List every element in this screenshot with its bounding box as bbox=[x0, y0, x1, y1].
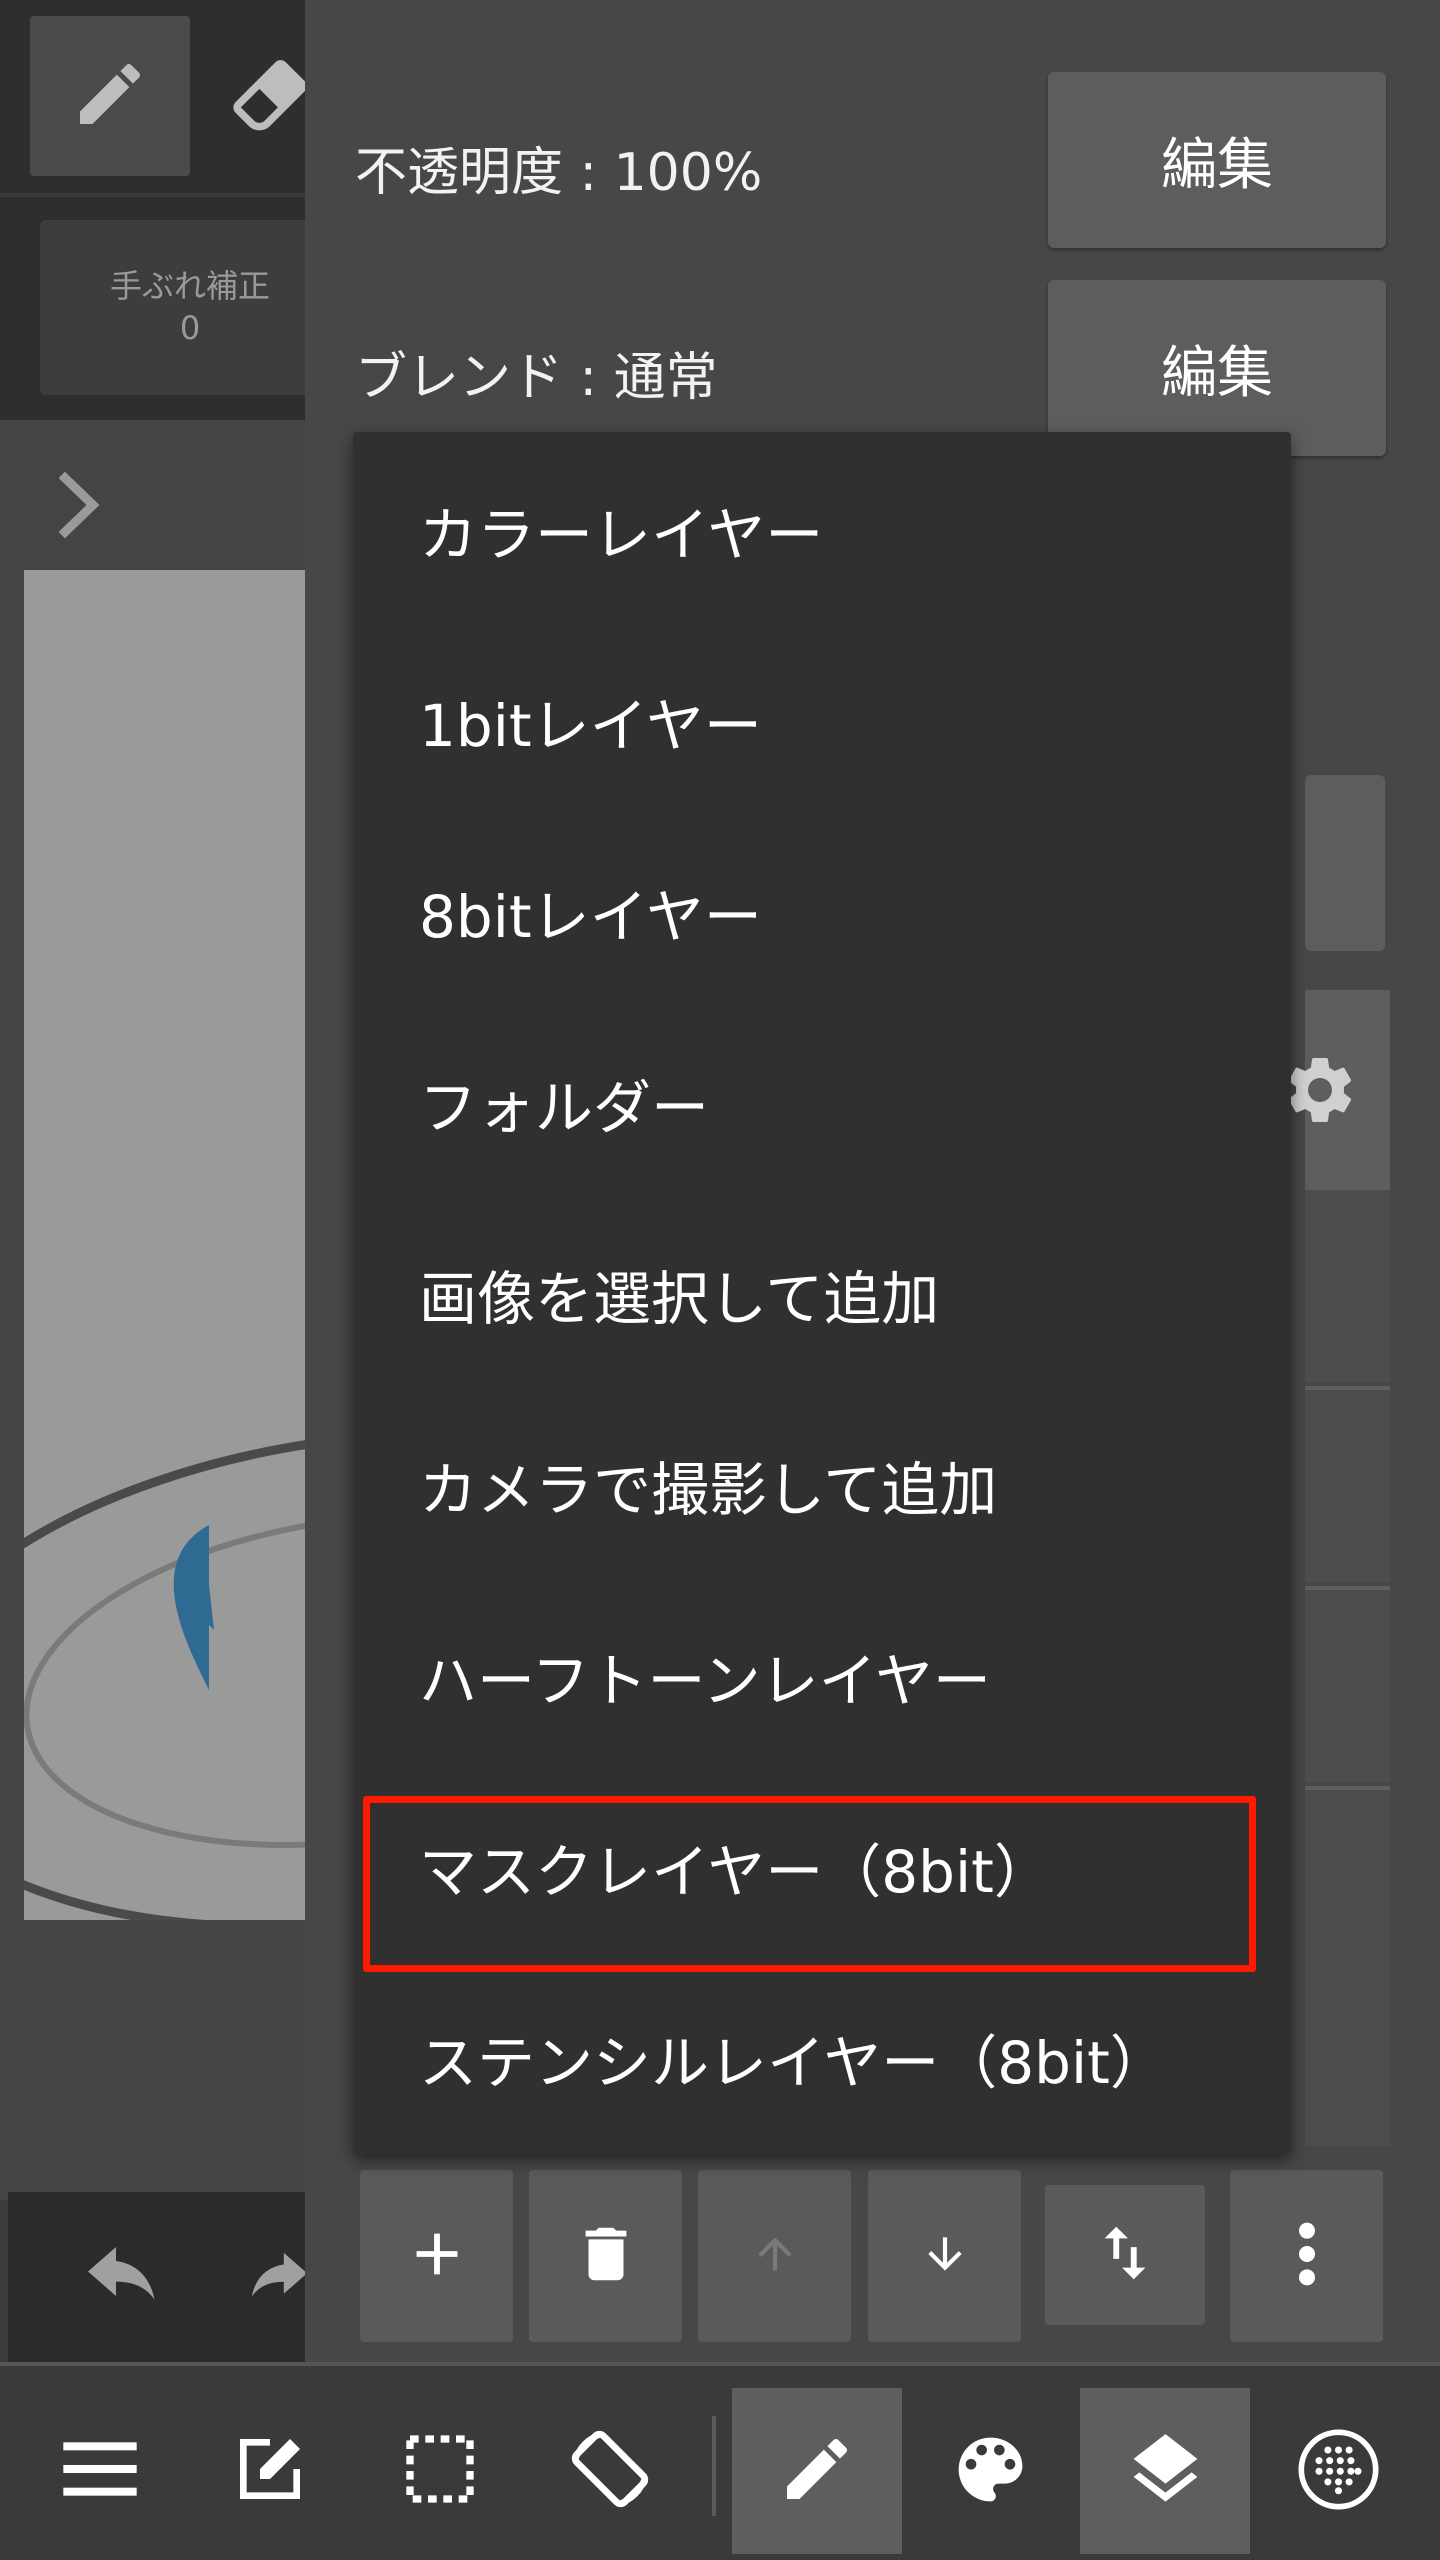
menu-item-halftone-layer[interactable]: ハーフトーンレイヤー bbox=[353, 1580, 1291, 1771]
layers-button[interactable] bbox=[1080, 2388, 1250, 2554]
pencil-icon bbox=[70, 54, 150, 138]
undo-icon[interactable] bbox=[78, 2247, 168, 2321]
palette-icon bbox=[948, 2427, 1033, 2516]
menu-item-color-layer[interactable]: カラーレイヤー bbox=[353, 434, 1291, 625]
panel-button[interactable] bbox=[1305, 775, 1385, 951]
menu-item-mask-layer[interactable]: マスクレイヤー（8bit） bbox=[353, 1771, 1291, 1962]
menu-item-1bit-layer[interactable]: 1bitレイヤー bbox=[353, 625, 1291, 816]
toolbar-divider bbox=[0, 193, 305, 197]
gear-icon[interactable] bbox=[1280, 1050, 1360, 1134]
menu-button[interactable] bbox=[15, 2388, 185, 2554]
material-button[interactable] bbox=[1253, 2388, 1423, 2554]
layer-row[interactable] bbox=[1305, 1586, 1390, 1782]
menu-item-stencil-layer[interactable]: ステンシルレイヤー（8bit） bbox=[353, 1962, 1291, 2153]
chevron-right-icon[interactable] bbox=[55, 470, 105, 544]
add-icon bbox=[402, 2219, 472, 2293]
move-up-icon bbox=[750, 2219, 800, 2293]
delete-layer-button[interactable] bbox=[529, 2170, 682, 2342]
trash-icon bbox=[571, 2214, 641, 2298]
layer-row[interactable] bbox=[1305, 1386, 1390, 1582]
opacity-label: 不透明度 : 100% bbox=[355, 143, 763, 203]
brush-button[interactable] bbox=[732, 2388, 902, 2554]
rotate-button[interactable] bbox=[525, 2388, 695, 2554]
layer-row[interactable] bbox=[1305, 1786, 1390, 2146]
color-button[interactable] bbox=[905, 2388, 1075, 2554]
blend-edit-button[interactable]: 編集 bbox=[1048, 280, 1386, 456]
undo-redo-bar bbox=[8, 2192, 308, 2362]
menu-icon bbox=[60, 2439, 140, 2503]
layers-icon bbox=[1123, 2427, 1208, 2516]
add-layer-button[interactable] bbox=[360, 2170, 513, 2342]
selection-button[interactable] bbox=[355, 2388, 525, 2554]
stabilizer-button[interactable]: 手ぶれ補正 0 bbox=[40, 220, 340, 395]
menu-item-add-image[interactable]: 画像を選択して追加 bbox=[353, 1198, 1291, 1389]
stabilizer-label: 手ぶれ補正 bbox=[109, 267, 270, 305]
swap-icon bbox=[1090, 2213, 1160, 2297]
more-vert-icon bbox=[1292, 2214, 1322, 2298]
swap-layer-button[interactable] bbox=[1045, 2185, 1205, 2325]
move-layer-down-button[interactable] bbox=[868, 2170, 1021, 2342]
menu-item-add-camera[interactable]: カメラで撮影して追加 bbox=[353, 1389, 1291, 1580]
menu-item-8bit-layer[interactable]: 8bitレイヤー bbox=[353, 816, 1291, 1007]
add-layer-menu: カラーレイヤー 1bitレイヤー 8bitレイヤー フォルダー 画像を選択して追… bbox=[353, 432, 1291, 2154]
bottom-toolbar bbox=[0, 2362, 1440, 2560]
menu-item-folder[interactable]: フォルダー bbox=[353, 1007, 1291, 1198]
move-down-icon bbox=[920, 2219, 970, 2293]
left-toolbar: 手ぶれ補正 0 bbox=[0, 0, 340, 420]
toolbar-divider bbox=[712, 2416, 716, 2516]
move-layer-up-button[interactable] bbox=[698, 2170, 851, 2342]
opacity-edit-button[interactable]: 編集 bbox=[1048, 72, 1386, 248]
rotate-icon bbox=[565, 2424, 655, 2518]
more-options-button[interactable] bbox=[1230, 2170, 1383, 2342]
edit-note-icon bbox=[230, 2429, 310, 2513]
canvas-drawing bbox=[24, 1428, 314, 1920]
edit-button[interactable] bbox=[185, 2388, 355, 2554]
layer-row[interactable] bbox=[1305, 1186, 1390, 1382]
drawing-canvas[interactable] bbox=[24, 570, 314, 1920]
pencil-tool-button[interactable] bbox=[30, 16, 190, 176]
dots-grid-icon bbox=[1296, 2427, 1381, 2516]
stabilizer-value: 0 bbox=[179, 309, 201, 347]
redo-icon[interactable] bbox=[243, 2247, 313, 2321]
blend-label: ブレンド : 通常 bbox=[355, 348, 718, 408]
eraser-icon bbox=[225, 49, 315, 143]
selection-icon bbox=[400, 2429, 480, 2513]
pencil-icon bbox=[777, 2429, 857, 2513]
